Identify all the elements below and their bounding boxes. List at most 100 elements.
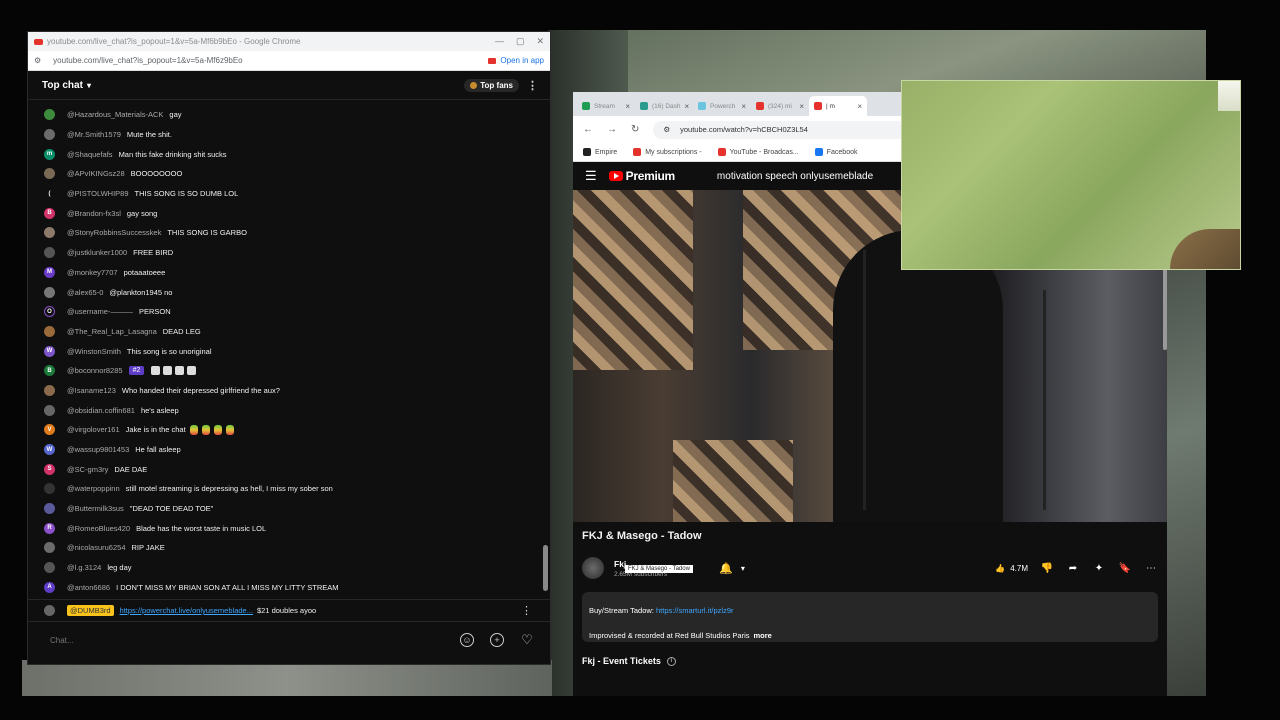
chat-message[interactable]: B @Brandon-fx3sl gay song: [28, 203, 550, 223]
chat-message[interactable]: @Mr.Smith1579 Mute the shit.: [28, 125, 550, 145]
chat-author[interactable]: @SC-gm3ry: [67, 465, 108, 474]
search-query[interactable]: motivation speech onlyusemeblade: [717, 171, 873, 182]
chat-message[interactable]: A @anton6686 I DON'T MISS MY BRIAN SON AT …: [28, 578, 550, 598]
top-chat-dropdown[interactable]: Top chat ▾: [42, 80, 91, 91]
heart-icon[interactable]: ♡: [520, 632, 534, 647]
page-scrollbar[interactable]: [1163, 260, 1167, 350]
bookmark[interactable]: Facebook: [814, 148, 857, 156]
bell-icon[interactable]: 🔔: [719, 562, 733, 575]
sparkle-icon[interactable]: ✦: [1092, 561, 1106, 575]
top-fans-button[interactable]: Top fans: [464, 78, 519, 92]
chat-author[interactable]: @Hazardous_Materials-ACK: [67, 110, 163, 119]
browser-tab[interactable]: Powerch ×: [693, 96, 751, 116]
chat-message[interactable]: @The_Real_Lap_Lasagna DEAD LEG: [28, 322, 550, 342]
chat-author[interactable]: @PISTOLWHIP89: [67, 189, 129, 198]
chat-message[interactable]: W @wassup9801453 He fall asleep: [28, 440, 550, 460]
chat-author[interactable]: @l.g.3124: [67, 563, 101, 572]
share-icon[interactable]: ➦: [1066, 561, 1080, 575]
chat-message[interactable]: @l.g.3124 leg day: [28, 558, 550, 578]
event-tickets[interactable]: Fkj - Event Tickets i: [582, 656, 1158, 666]
tab-close-icon[interactable]: ×: [625, 102, 630, 111]
chat-message[interactable]: @Buttermilk3sus "DEAD TOE DEAD TOE": [28, 499, 550, 519]
bookmark[interactable]: YouTube - Broadcas...: [717, 148, 799, 156]
tab-close-icon[interactable]: ×: [741, 102, 746, 111]
chat-author[interactable]: @alex65-0: [67, 288, 103, 297]
thumbs-down-icon[interactable]: 👎: [1040, 561, 1054, 575]
description-link[interactable]: https://smarturl.it/pzlz9r: [656, 606, 734, 615]
save-icon[interactable]: 🔖: [1118, 561, 1132, 575]
tab-close-icon[interactable]: ×: [685, 102, 690, 111]
menu-icon[interactable]: ☰: [585, 168, 597, 184]
close-icon[interactable]: ✕: [536, 36, 544, 47]
chat-message[interactable]: @Isaname123 Who handed their depressed gi…: [28, 381, 550, 401]
chat-author[interactable]: @Brandon-fx3sl: [67, 209, 121, 218]
chat-author[interactable]: @APvIKINGsz28: [67, 169, 125, 178]
chat-message[interactable]: B @boconnor8285 #2: [28, 361, 550, 381]
chevron-down-icon[interactable]: ▾: [741, 564, 745, 573]
reload-icon[interactable]: ↻: [631, 124, 639, 135]
chat-message[interactable]: @waterpoppinn still motel streaming is de…: [28, 479, 550, 499]
browser-tab[interactable]: (16) Dash ×: [635, 96, 693, 116]
chat-author[interactable]: @Buttermilk3sus: [67, 504, 124, 513]
youtube-premium-logo[interactable]: Premium: [608, 169, 675, 183]
chat-url[interactable]: youtube.com/live_chat?is_popout=1&v=5a-M…: [53, 56, 242, 65]
chat-author[interactable]: @anton6686: [67, 583, 110, 592]
back-icon[interactable]: ←: [583, 124, 593, 135]
video-description[interactable]: Buy/Stream Tadow: https://smarturl.it/pz…: [582, 592, 1158, 642]
site-info-icon[interactable]: ⚙: [663, 125, 670, 134]
chat-message-list[interactable]: @Hazardous_Materials-ACK gay @Mr.Smith1579…: [28, 100, 550, 599]
minimize-icon[interactable]: —: [495, 36, 504, 47]
chat-author[interactable]: @username-———: [67, 307, 133, 316]
like-button[interactable]: 👍 4.7M: [995, 564, 1028, 573]
chat-author[interactable]: @monkey7707: [67, 268, 118, 277]
chat-author[interactable]: @StonyRobbinsSuccesskek: [67, 228, 161, 237]
add-icon[interactable]: +: [490, 633, 504, 647]
chat-message[interactable]: M @monkey7707 potaaatoeee: [28, 263, 550, 283]
chat-menu-icon[interactable]: ⋮: [527, 79, 538, 92]
tab-close-icon[interactable]: ×: [799, 102, 804, 111]
browser-tab[interactable]: (324) mi ×: [751, 96, 809, 116]
chat-message[interactable]: V @virgolover161 Jake is in the chat: [28, 420, 550, 440]
chat-message[interactable]: @obsidian.coffin681 he's asleep: [28, 400, 550, 420]
chat-author[interactable]: @virgolover161: [67, 425, 120, 434]
chat-author[interactable]: @Isaname123: [67, 386, 116, 395]
pinned-menu-icon[interactable]: ⋮: [521, 604, 532, 617]
chat-message[interactable]: @StonyRobbinsSuccesskek THIS SONG IS GARB…: [28, 223, 550, 243]
chat-message[interactable]: R @RomeoBlues420 Blade has the worst taste…: [28, 518, 550, 538]
chat-message[interactable]: m @Shaquefafs Man this fake drinking shit …: [28, 144, 550, 164]
chat-message[interactable]: O @username-——— PERSON: [28, 302, 550, 322]
site-info-icon[interactable]: ⚙: [34, 56, 41, 65]
chat-author[interactable]: @justklunker1000: [67, 248, 127, 257]
chat-input[interactable]: [50, 635, 444, 645]
chat-message[interactable]: @justklunker1000 FREE BIRD: [28, 243, 550, 263]
pinned-link[interactable]: https://powerchat.live/onlyusemeblade...: [120, 606, 253, 615]
chat-author[interactable]: @boconnor8285: [67, 366, 123, 375]
chat-author[interactable]: @Shaquefafs: [67, 150, 113, 159]
browser-tab[interactable]: Stream ×: [577, 96, 635, 116]
maximize-icon[interactable]: ▢: [516, 36, 525, 47]
browser-tab[interactable]: | m ×: [809, 96, 867, 116]
chat-author[interactable]: @nicolasuru6254: [67, 543, 125, 552]
chat-scroll-thumb[interactable]: [543, 545, 548, 591]
chat-author[interactable]: @waterpoppinn: [67, 484, 120, 493]
chat-message[interactable]: @APvIKINGsz28 BOOOOOOOO: [28, 164, 550, 184]
forward-icon[interactable]: →: [607, 124, 617, 135]
chat-message[interactable]: (@PISTOLWHIP89 THIS SONG IS SO DUMB LOL: [28, 184, 550, 204]
chat-author[interactable]: @The_Real_Lap_Lasagna: [67, 327, 157, 336]
bookmark[interactable]: Empire: [583, 148, 617, 156]
more-button[interactable]: more: [754, 631, 772, 640]
emoji-icon[interactable]: ☺: [460, 633, 474, 647]
chat-scrollbar[interactable]: [542, 100, 548, 599]
chat-author[interactable]: @wassup9801453: [67, 445, 129, 454]
chat-message[interactable]: @nicolasuru6254 RIP JAKE: [28, 538, 550, 558]
info-icon[interactable]: i: [666, 656, 676, 666]
chat-author[interactable]: @WinstonSmith: [67, 347, 121, 356]
chat-message[interactable]: W @WinstonSmith This song is so unoriginal: [28, 341, 550, 361]
chat-message[interactable]: @Hazardous_Materials-ACK gay: [28, 105, 550, 125]
chat-message[interactable]: S @SC-gm3ry DAE DAE: [28, 459, 550, 479]
open-in-app-button[interactable]: Open in app: [488, 56, 544, 65]
channel-avatar[interactable]: [582, 557, 604, 579]
bookmark[interactable]: My subscriptions -: [633, 148, 702, 156]
chat-author[interactable]: @obsidian.coffin681: [67, 406, 135, 415]
chat-author[interactable]: @Mr.Smith1579: [67, 130, 121, 139]
